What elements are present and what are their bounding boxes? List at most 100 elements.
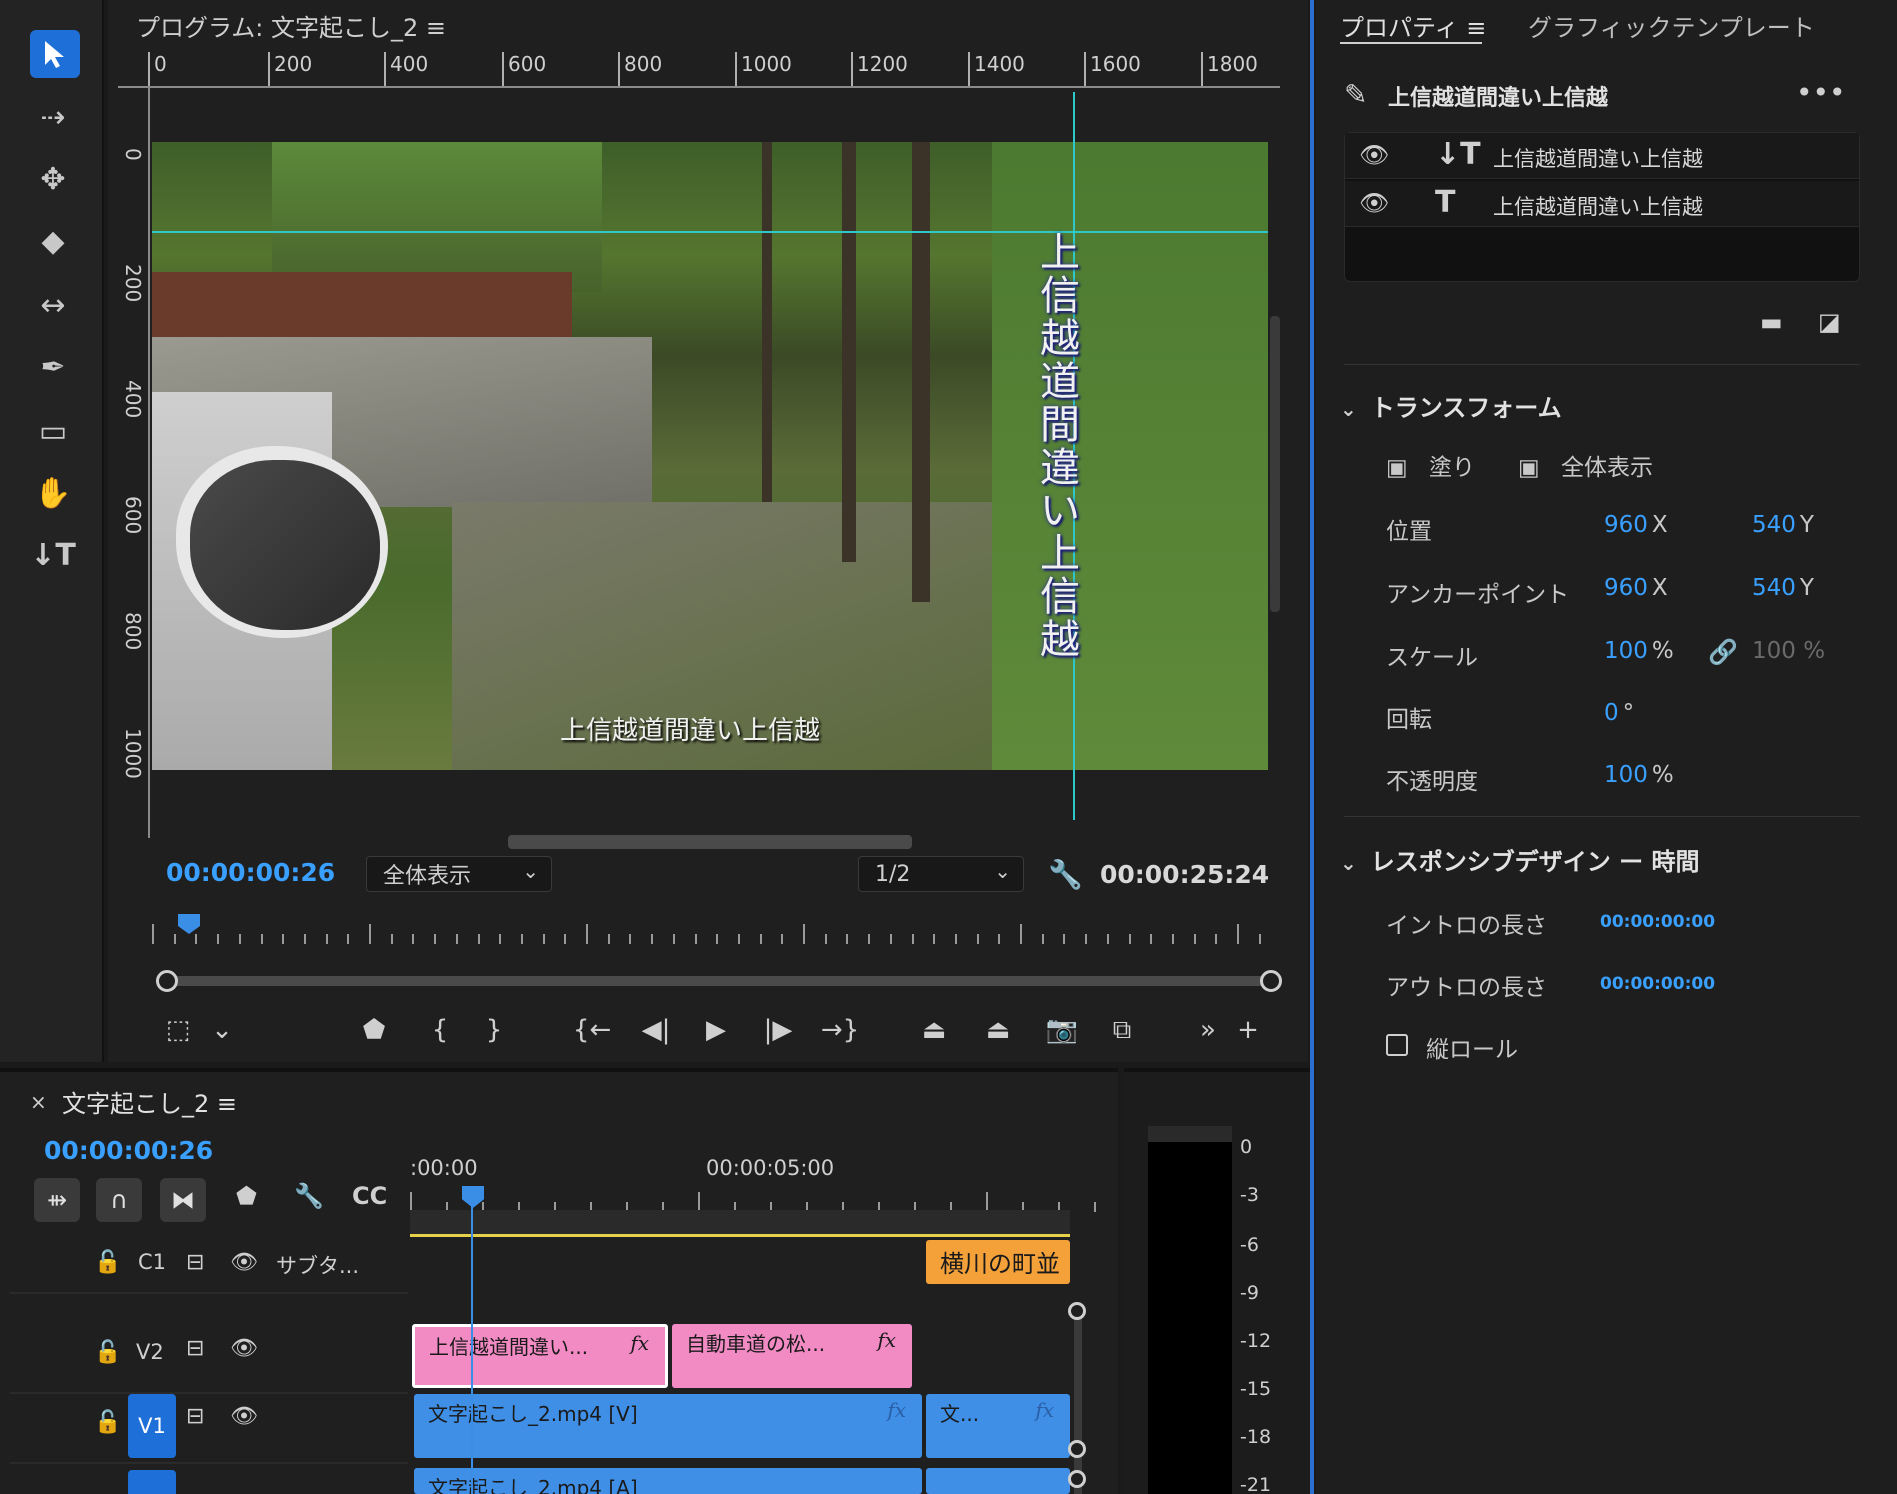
layer-row[interactable]: 👁 ↓T 上信越道間違い上信越 xyxy=(1345,133,1859,179)
mark-in-icon[interactable]: { xyxy=(418,1010,462,1050)
selection-tool-icon[interactable] xyxy=(30,30,80,78)
rectangle-tool-icon[interactable]: ▭ xyxy=(26,406,80,456)
audio-clip[interactable]: 文字起こし_2.mp4 [A] xyxy=(414,1468,922,1494)
layer-row[interactable]: 👁 T 上信越道間違い上信越 xyxy=(1345,181,1859,227)
zoom-end-handle[interactable] xyxy=(1260,970,1282,992)
sync-lock-icon[interactable]: ⊟ xyxy=(186,1336,204,1361)
sync-lock-icon[interactable]: ⊟ xyxy=(186,1250,204,1275)
export-frame-camera-icon[interactable]: 📷 xyxy=(1040,1010,1084,1050)
position-x-value[interactable]: 960 X xyxy=(1604,512,1668,538)
outro-duration-value[interactable]: 00:00:00:00 xyxy=(1600,974,1715,994)
step-forward-icon[interactable]: |▶ xyxy=(756,1010,800,1050)
rotation-value[interactable]: 0 ° xyxy=(1604,700,1634,726)
video-clip[interactable]: 文... fx xyxy=(926,1394,1070,1458)
track-select-tool-icon[interactable]: ⇢ xyxy=(26,92,80,142)
chevron-down-icon[interactable]: ⌄ xyxy=(200,1010,244,1050)
monitor-horizontal-scrollbar[interactable] xyxy=(508,835,912,849)
mark-out-icon[interactable]: } xyxy=(472,1010,516,1050)
safe-margins-icon[interactable]: ⬚ xyxy=(156,1010,200,1050)
add-button-icon[interactable]: + xyxy=(1226,1010,1270,1050)
more-options-icon[interactable]: ••• xyxy=(1796,76,1846,109)
resolution-dropdown[interactable]: 1/2 ⌄ xyxy=(858,856,1024,892)
fit-option[interactable]: ▣ 全体表示 xyxy=(1518,448,1653,482)
type-tool-icon[interactable]: ↓T xyxy=(26,530,80,580)
eye-icon[interactable]: 👁 xyxy=(230,1404,258,1429)
ripple-edit-tool-icon[interactable]: ✥ xyxy=(26,154,80,204)
transform-section-header[interactable]: ⌄ トランスフォーム xyxy=(1340,388,1562,423)
timeline-time-ruler[interactable]: :00:00 00:00:05:00 xyxy=(410,1156,1096,1212)
slip-tool-icon[interactable]: ↔ xyxy=(26,280,80,330)
go-to-out-icon[interactable]: →} xyxy=(818,1010,862,1050)
lock-icon[interactable]: 🔓 xyxy=(94,1410,121,1435)
play-icon[interactable]: ▶ xyxy=(694,1010,738,1050)
program-current-timecode[interactable]: 00:00:00:26 xyxy=(166,858,335,887)
video-clip[interactable]: 文字起こし_2.mp4 [V] fx xyxy=(414,1394,922,1458)
timeline-vertical-scrollbar[interactable] xyxy=(1074,1304,1082,1494)
eye-icon[interactable]: 👁 xyxy=(1359,189,1389,217)
hand-tool-icon[interactable]: ✋ xyxy=(26,468,80,518)
a1-source-patch[interactable] xyxy=(128,1470,176,1494)
scale-value[interactable]: 100% xyxy=(1604,638,1674,664)
opacity-value[interactable]: 100% xyxy=(1604,762,1674,788)
nest-sequence-icon[interactable]: ⇻ xyxy=(34,1178,80,1222)
monitor-vertical-scrollbar[interactable] xyxy=(1270,316,1280,612)
fill-option[interactable]: ▣ 塗り xyxy=(1386,448,1475,482)
go-to-in-icon[interactable]: {← xyxy=(570,1010,614,1050)
sequence-tab-title[interactable]: 文字起こし_2 ≡ xyxy=(62,1084,237,1119)
settings-wrench-icon[interactable]: 🔧 xyxy=(1048,858,1083,891)
graphic-clip[interactable]: 自動車道の松... fx xyxy=(672,1324,912,1388)
eye-icon[interactable]: 👁 xyxy=(230,1336,258,1361)
extract-icon[interactable]: ⏏ xyxy=(976,1010,1020,1050)
more-controls-icon[interactable]: » xyxy=(1186,1010,1230,1050)
anchor-y-value[interactable]: 540 Y xyxy=(1752,575,1814,601)
caption-overlay[interactable]: 上信越道間違い上信越 xyxy=(560,710,860,747)
roll-checkbox[interactable] xyxy=(1386,1034,1408,1056)
eye-icon[interactable]: 👁 xyxy=(230,1250,258,1275)
ruler-tick xyxy=(759,934,762,944)
program-monitor-title[interactable]: プログラム: 文字起こし_2 ≡ xyxy=(136,8,446,43)
responsive-design-section-header[interactable]: ⌄ レスポンシブデザイン ー 時間 xyxy=(1340,842,1699,877)
snap-magnet-icon[interactable]: ∩ xyxy=(96,1178,142,1222)
anchor-x-value[interactable]: 960 X xyxy=(1604,575,1668,601)
tab-properties[interactable]: プロパティ ≡ xyxy=(1340,8,1486,43)
comparison-view-icon[interactable]: ⧉ xyxy=(1100,1010,1144,1050)
monitor-time-ruler[interactable] xyxy=(152,918,1280,944)
step-back-icon[interactable]: ◀| xyxy=(634,1010,678,1050)
horizontal-guide-line[interactable] xyxy=(152,231,1268,233)
captions-cc-icon[interactable]: CC xyxy=(352,1182,387,1210)
link-scale-icon[interactable]: 🔗 xyxy=(1708,638,1738,666)
pen-tool-icon[interactable]: ✒ xyxy=(26,342,80,392)
timeline-settings-wrench-icon[interactable]: 🔧 xyxy=(294,1182,324,1210)
work-area-bar[interactable] xyxy=(410,1210,1070,1236)
graphic-clip-selected[interactable]: 上信越道間違い... fx xyxy=(412,1324,668,1388)
zoom-level-dropdown[interactable]: 全体表示 ⌄ xyxy=(366,856,552,892)
timeline-playhead-line[interactable] xyxy=(471,1196,473,1494)
new-group-folder-icon[interactable]: ▬ xyxy=(1760,308,1783,336)
peak-indicator[interactable] xyxy=(1148,1126,1232,1142)
timeline-current-timecode[interactable]: 00:00:00:26 xyxy=(44,1136,213,1165)
lift-icon[interactable]: ⏏ xyxy=(912,1010,956,1050)
v1-source-patch[interactable]: V1 xyxy=(128,1394,176,1458)
lock-icon[interactable]: 🔓 xyxy=(94,1340,121,1365)
linked-selection-icon[interactable]: ⧓ xyxy=(160,1178,206,1222)
scroll-handle[interactable] xyxy=(1068,1470,1086,1488)
close-icon[interactable]: × xyxy=(30,1090,47,1114)
eye-icon[interactable]: 👁 xyxy=(1359,141,1389,169)
tab-graphics-templates[interactable]: グラフィックテンプレート xyxy=(1528,8,1815,43)
scroll-handle-top[interactable] xyxy=(1068,1302,1086,1320)
caption-clip[interactable]: 横川の町並 xyxy=(926,1240,1070,1284)
scroll-handle-bottom[interactable] xyxy=(1068,1440,1086,1458)
position-y-value[interactable]: 540 Y xyxy=(1752,512,1814,538)
razor-tool-icon[interactable]: ◆ xyxy=(26,216,80,266)
audio-clip[interactable] xyxy=(926,1468,1070,1494)
lock-icon[interactable]: 🔓 xyxy=(94,1250,121,1275)
intro-duration-value[interactable]: 00:00:00:00 xyxy=(1600,912,1715,932)
add-marker-icon[interactable]: ⬟ xyxy=(236,1182,257,1210)
add-marker-icon[interactable]: ⬟ xyxy=(352,1010,396,1050)
zoom-start-handle[interactable] xyxy=(156,970,178,992)
vertical-title-overlay[interactable]: 上信越道間違い上信越 xyxy=(1030,232,1090,662)
sync-lock-icon[interactable]: ⊟ xyxy=(186,1404,204,1429)
monitor-zoom-scrollbar[interactable] xyxy=(156,976,1274,986)
new-layer-icon[interactable]: ◪ xyxy=(1818,308,1841,336)
ruler-tick xyxy=(1106,934,1109,944)
